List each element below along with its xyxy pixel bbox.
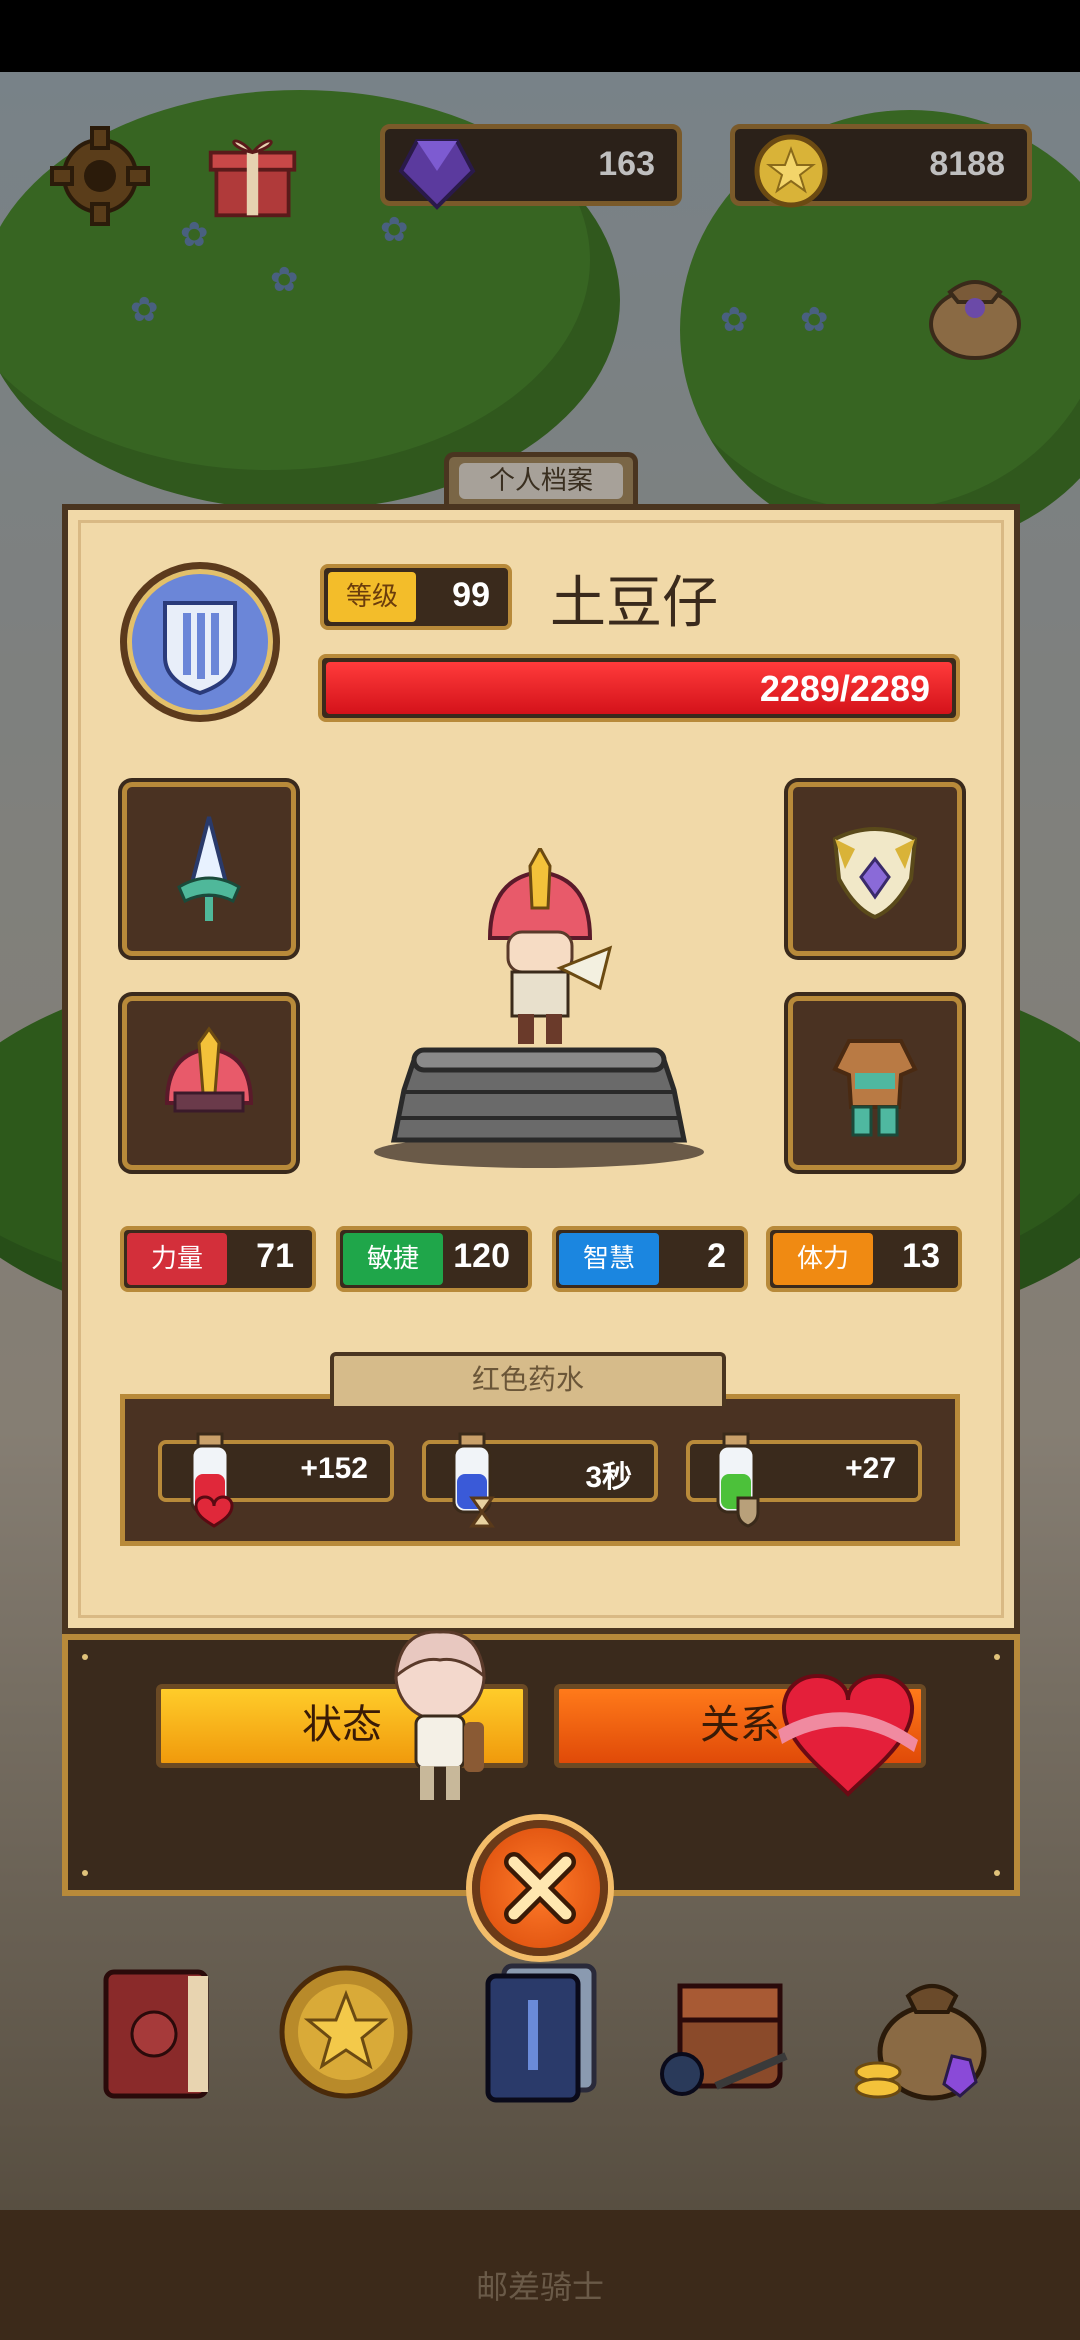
stat-value: 120 bbox=[453, 1237, 510, 1275]
rivet bbox=[994, 1870, 1000, 1876]
coin-counter[interactable]: 8188 bbox=[730, 124, 1032, 208]
stat-stamina: 体力 13 bbox=[766, 1226, 962, 1292]
equipment-slot-shield[interactable] bbox=[788, 782, 962, 956]
adventure-bag-icon[interactable] bbox=[656, 1956, 796, 2106]
equipment-slot-armor[interactable] bbox=[788, 996, 962, 1170]
profile-tab: 个人档案 bbox=[444, 452, 638, 510]
spear-tip-icon bbox=[177, 816, 241, 921]
loot-bag-icon[interactable] bbox=[920, 262, 1030, 362]
green-potion-shield-icon bbox=[716, 1432, 760, 1528]
potion-value: +27 bbox=[845, 1452, 896, 1485]
hero-character bbox=[487, 848, 613, 1044]
close-icon bbox=[504, 1852, 576, 1924]
rivet bbox=[82, 1654, 88, 1660]
tunic-armor-icon bbox=[832, 1039, 918, 1137]
equipment-slot-helmet[interactable] bbox=[122, 996, 296, 1170]
star-coin-icon[interactable] bbox=[276, 1956, 416, 2106]
blue-potion-hourglass-icon bbox=[452, 1432, 495, 1528]
hp-text: 2289/2289 bbox=[759, 668, 930, 709]
stat-label: 体力 bbox=[773, 1233, 873, 1285]
winged-shield-icon bbox=[832, 827, 918, 920]
stat-label: 智慧 bbox=[559, 1233, 659, 1285]
companion-character bbox=[394, 1630, 486, 1800]
settings-gear-icon[interactable] bbox=[50, 126, 150, 226]
treasure-sack-icon[interactable] bbox=[852, 1956, 992, 2106]
stat-wisdom: 智慧 2 bbox=[552, 1226, 748, 1292]
equipment-slot-weapon[interactable] bbox=[122, 782, 296, 956]
journal-book-icon[interactable] bbox=[88, 1956, 228, 2106]
stat-value: 13 bbox=[902, 1237, 940, 1275]
coin-count: 8188 bbox=[929, 145, 1005, 183]
ribbon-heart-icon bbox=[778, 1674, 918, 1797]
profile-tab-title: 个人档案 bbox=[459, 463, 623, 499]
hp-bar: 2289/2289 bbox=[318, 654, 960, 722]
class-emblem-icon bbox=[120, 562, 280, 722]
close-button[interactable] bbox=[472, 1820, 608, 1956]
potion-value: 3秒 bbox=[585, 1461, 632, 1494]
stat-value: 71 bbox=[256, 1237, 294, 1275]
rivet bbox=[994, 1654, 1000, 1660]
gem-counter[interactable]: 163 bbox=[380, 124, 682, 210]
potion-title: 红色药水 bbox=[330, 1352, 726, 1406]
stat-value: 2 bbox=[707, 1237, 726, 1275]
level-badge: 等级 99 bbox=[320, 564, 512, 630]
red-potion-heart-icon bbox=[190, 1432, 234, 1528]
player-name: 土豆仔 bbox=[550, 571, 718, 636]
level-value: 99 bbox=[452, 576, 490, 614]
card-deck-icon[interactable] bbox=[470, 1956, 610, 2106]
rivet bbox=[82, 1870, 88, 1876]
gold-coin-icon bbox=[754, 134, 828, 208]
stat-strength: 力量 71 bbox=[120, 1226, 316, 1292]
stat-label: 力量 bbox=[127, 1233, 227, 1285]
gem-count: 163 bbox=[598, 145, 655, 183]
stat-agility: 敏捷 120 bbox=[336, 1226, 532, 1292]
stone-pedestal bbox=[374, 1047, 704, 1168]
potion-value: +152 bbox=[300, 1452, 368, 1485]
game-title: 邮差骑士 bbox=[475, 2268, 604, 2306]
stat-label: 敏捷 bbox=[343, 1233, 443, 1285]
level-label: 等级 bbox=[328, 572, 416, 622]
status-bar bbox=[0, 0, 1080, 72]
purple-gem-icon bbox=[398, 139, 476, 210]
gift-box-icon[interactable] bbox=[205, 126, 300, 221]
helmet-icon bbox=[164, 1026, 254, 1113]
